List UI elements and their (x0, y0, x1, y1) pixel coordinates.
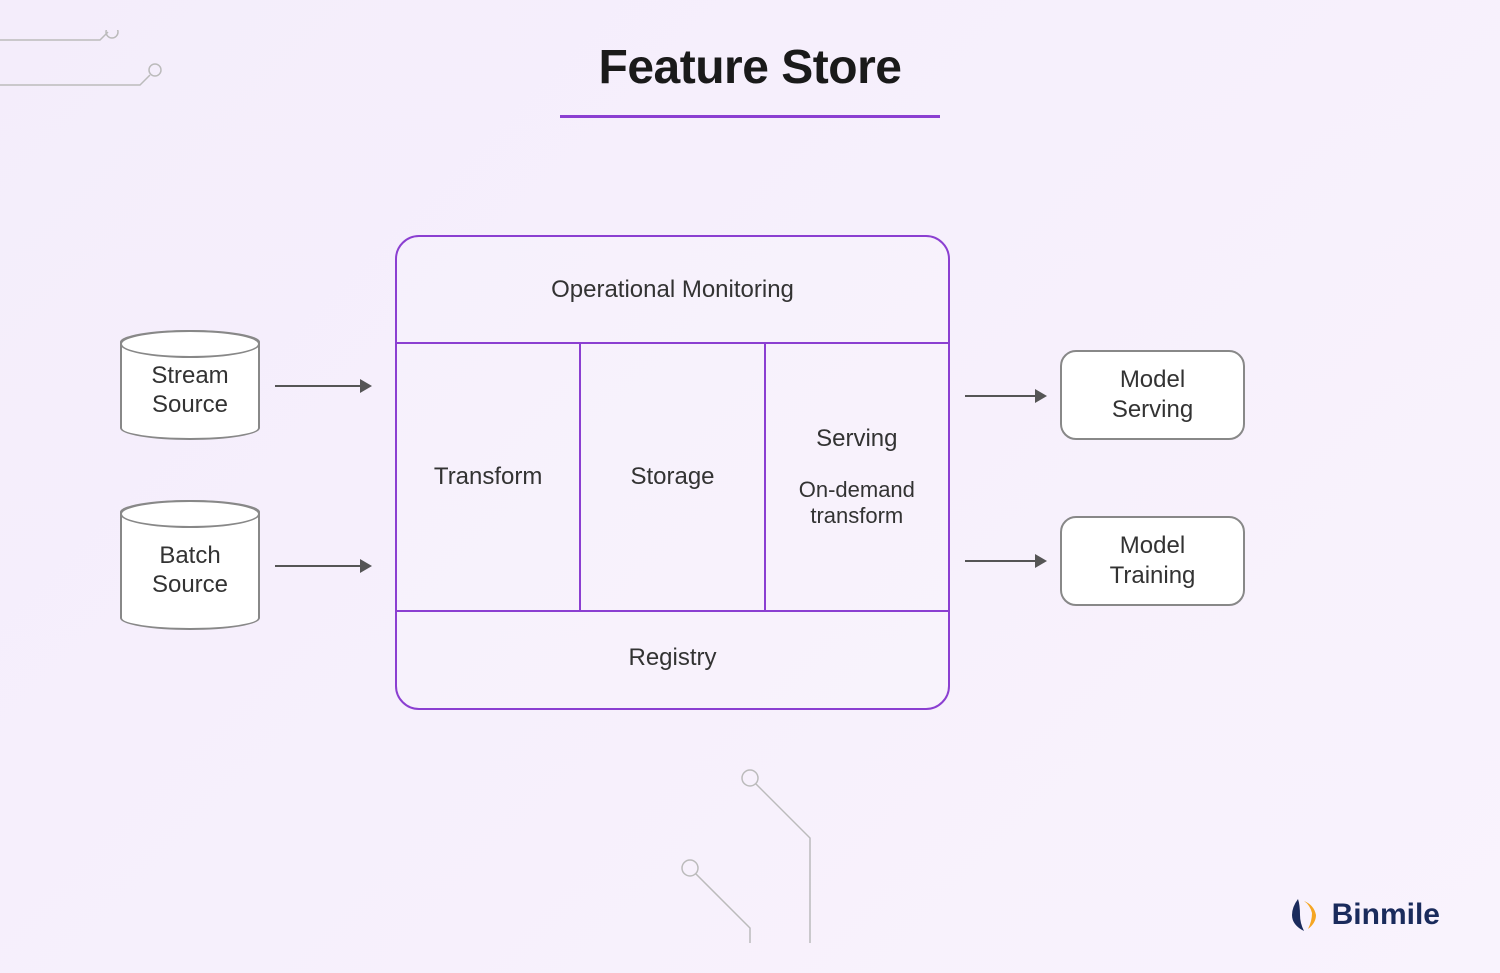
binmile-logo-icon (1286, 897, 1322, 933)
model-training-label: Model Training (1110, 531, 1196, 591)
batch-source-node: Batch Source (120, 500, 260, 630)
arrow-batch-to-core (275, 565, 370, 567)
circuit-decoration-top-left (0, 30, 170, 110)
storage-label: Storage (630, 463, 714, 491)
on-demand-transform-label: On-demand transform (799, 477, 915, 530)
title-underline (560, 115, 940, 118)
storage-column: Storage (579, 344, 763, 610)
model-training-box: Model Training (1060, 516, 1245, 606)
registry-section: Registry (397, 608, 948, 708)
arrow-stream-to-core (275, 385, 370, 387)
circuit-decoration-bottom (550, 763, 870, 943)
operational-monitoring-section: Operational Monitoring (397, 237, 948, 342)
model-serving-label: Model Serving (1112, 365, 1193, 425)
model-serving-box: Model Serving (1060, 350, 1245, 440)
diagram-title: Feature Store (599, 40, 902, 95)
serving-label: Serving (816, 425, 897, 453)
brand-logo: Binmile (1286, 897, 1440, 933)
transform-label: Transform (434, 463, 542, 491)
feature-store-core-box: Operational Monitoring Transform Storage… (395, 235, 950, 710)
brand-name: Binmile (1332, 898, 1440, 932)
core-columns: Transform Storage Serving On-demand tran… (397, 342, 948, 612)
arrow-core-to-serving (965, 395, 1045, 397)
stream-source-node: Stream Source (120, 330, 260, 440)
batch-source-label: Batch Source (122, 542, 258, 600)
serving-column: Serving On-demand transform (764, 344, 948, 610)
transform-column: Transform (397, 344, 579, 610)
stream-source-label: Stream Source (122, 362, 258, 420)
arrow-core-to-training (965, 560, 1045, 562)
